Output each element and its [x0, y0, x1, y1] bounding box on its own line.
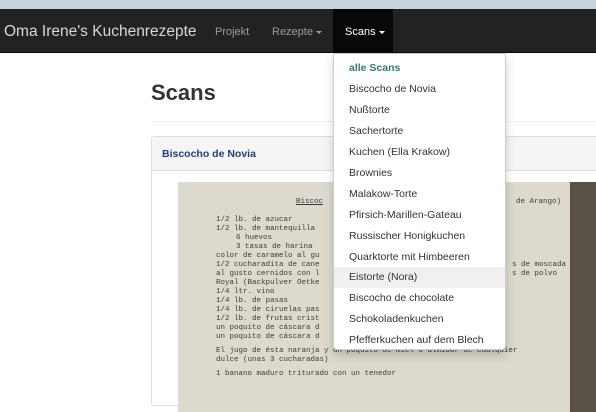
page-title: Scans: [151, 80, 216, 105]
dropdown-item-alle-scans[interactable]: alle Scans: [334, 58, 505, 79]
scan-text-line: dulce (unas 3 cucharadas): [216, 356, 329, 364]
nav-item-label: Scans: [345, 26, 376, 38]
nav-item-rezepte[interactable]: Rezepte: [272, 26, 322, 38]
scan-text-line: Biscoc: [296, 198, 324, 206]
dropdown-item-biscocho-de-novia[interactable]: Biscocho de Novia: [334, 79, 505, 100]
scan-dark-edge: [570, 182, 596, 412]
caret-down-icon: [315, 30, 322, 34]
dropdown-item-kuchen-ella-krakow[interactable]: Kuchen (Ella Krakow): [334, 142, 505, 163]
nav-item-label: Projekt: [215, 26, 250, 38]
navbar-brand[interactable]: Oma Irene's Kuchenrezepte: [4, 23, 197, 41]
dropdown-item-pfefferkuchen-auf-dem-blech[interactable]: Pfefferkuchen auf dem Blech: [334, 330, 505, 351]
scan-text-line: un poquito de cáscara d: [216, 324, 320, 332]
nav-item-label: Rezepte: [272, 26, 313, 38]
dropdown-item-russischer-honigkuchen[interactable]: Russischer Honigkuchen: [334, 226, 505, 247]
scan-text-line: 1/4 lb. de ciruelas pas: [216, 306, 320, 314]
scan-text-line: s de moscada: [512, 261, 567, 269]
scan-text-line: un poquito de cáscara d: [216, 333, 320, 341]
nav-item-projekt[interactable]: Projekt: [215, 26, 249, 38]
scan-text-line: 1/2 lb. de frutas crist: [216, 315, 320, 323]
dropdown-item-quarktorte-mit-himbeeren[interactable]: Quarktorte mit Himbeeren: [334, 247, 505, 268]
dropdown-item-brownies[interactable]: Brownies: [334, 163, 505, 184]
scan-text-line: s de polvo: [512, 270, 558, 278]
dropdown-item-schokoladenkuchen[interactable]: Schokoladenkuchen: [334, 309, 505, 330]
nav-item-scans[interactable]: Scans: [333, 9, 393, 53]
scan-text-line: 1/2 lb. de azucar: [216, 216, 293, 224]
dropdown-item-sachertorte[interactable]: Sachertorte: [334, 121, 505, 142]
scan-text-line: 1/2 cucharadita de cane: [216, 261, 320, 269]
dropdown-item-nusstorte[interactable]: Nußtorte: [334, 100, 505, 121]
panel-title[interactable]: Biscocho de Novia: [162, 148, 256, 160]
caret-down-icon: [378, 30, 385, 34]
scan-text-line: al gusto cernidos con l: [216, 270, 320, 278]
dropdown-item-biscocho-de-chocolate[interactable]: Biscocho de chocolate: [334, 288, 505, 309]
scan-text-line: 1/4 lb. de pasas: [216, 297, 289, 305]
scan-text-line: 3 tasas de harina: [236, 243, 313, 251]
navbar: Oma Irene's Kuchenrezepte Projekt Rezept…: [0, 9, 596, 53]
scan-text-line: 1/2 lb. de mantequilla: [216, 225, 316, 233]
scan-text-line: 1/4 ltr. vino: [216, 288, 275, 296]
scans-dropdown-menu: alle Scans Biscocho de Novia Nußtorte Sa…: [333, 53, 506, 350]
dropdown-item-eistorte-nora[interactable]: Eistorte (Nora): [334, 267, 505, 288]
scan-text-line: color de caramelo al gu: [216, 252, 320, 260]
dropdown-item-pfirsich-marillen-gateau[interactable]: Pfirsich-Marillen-Gateau: [334, 205, 505, 226]
scan-text-line: 1 banano maduro triturado con un tenedor: [216, 370, 397, 378]
browser-top-strip: [0, 0, 596, 9]
scan-text-line: 6 huevos: [236, 234, 273, 242]
scan-text-line: de Arango): [516, 198, 562, 206]
dropdown-item-malakow-torte[interactable]: Malakow-Torte: [334, 184, 505, 205]
scan-text-line: Royal (Backpulver Oetke: [216, 279, 320, 287]
